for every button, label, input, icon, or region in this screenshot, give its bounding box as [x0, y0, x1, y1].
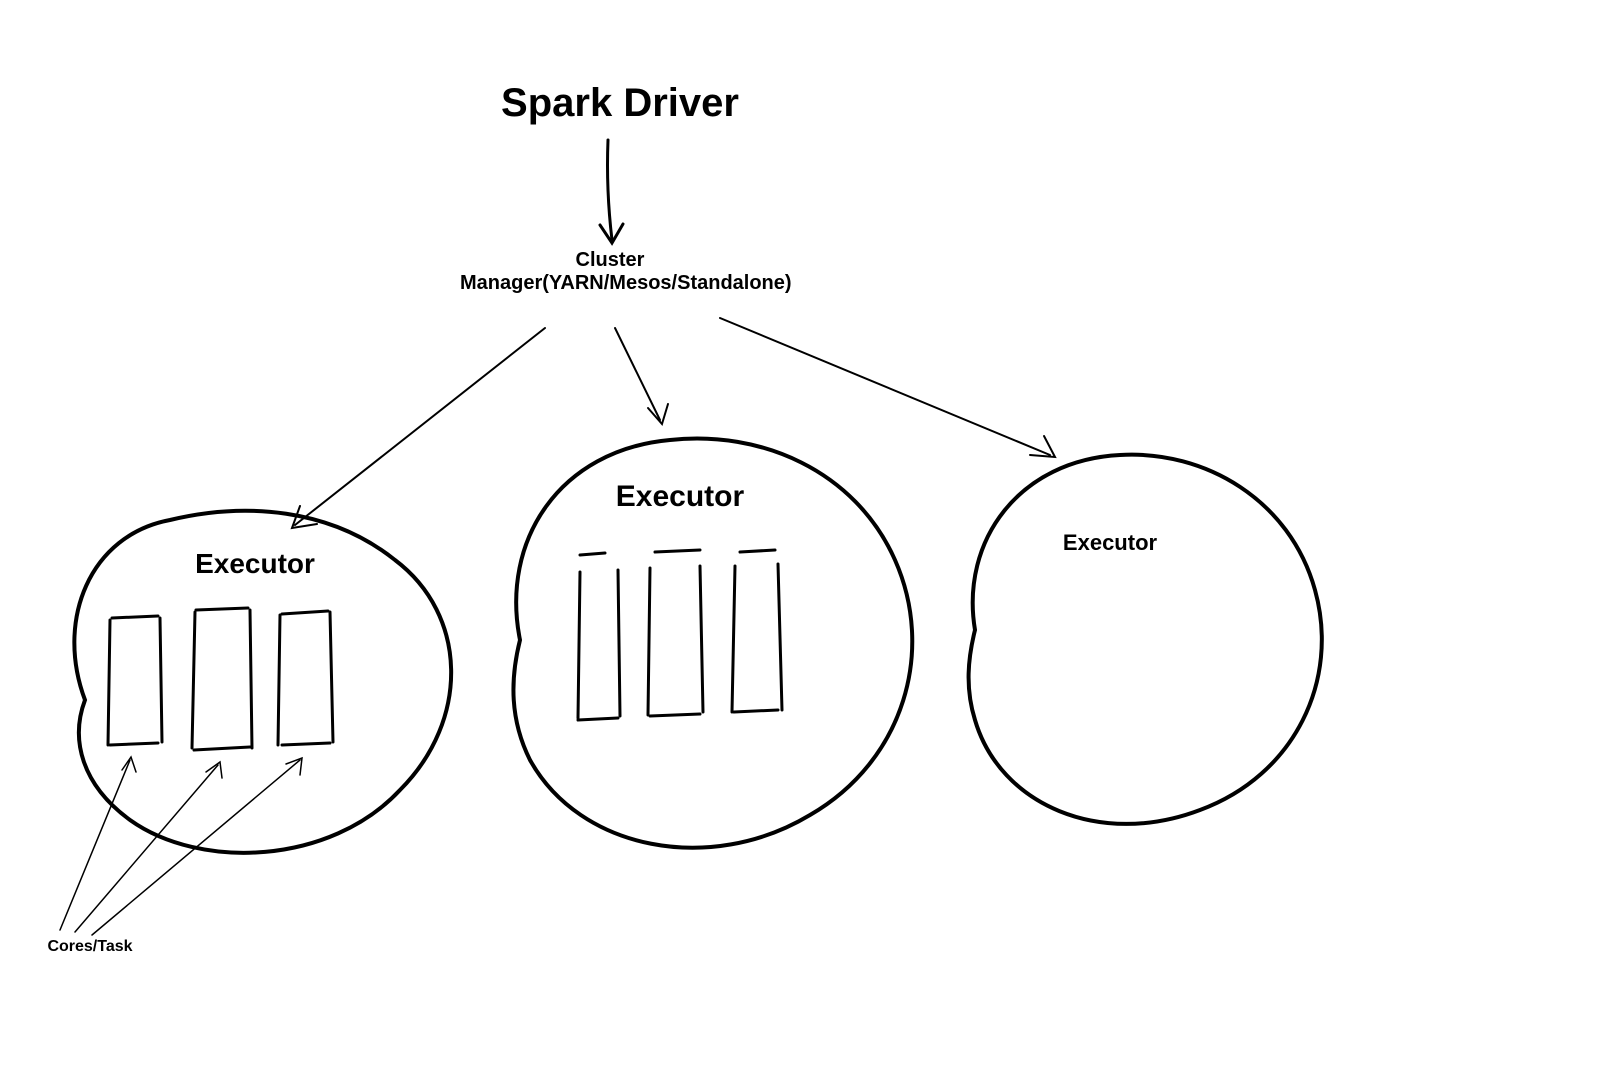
- executor-left-tasks: [108, 608, 333, 750]
- arrow-driver-to-cluster: [600, 140, 623, 243]
- executor-middle-blob: [513, 439, 912, 848]
- arrow-cluster-to-executor-middle: [615, 328, 668, 424]
- executor-left-blob: [74, 511, 451, 853]
- diagram-canvas: Spark Driver Cluster Manager(YARN/Mesos/…: [0, 0, 1600, 1079]
- arrow-cluster-to-executor-left: [292, 328, 545, 528]
- arrow-cluster-to-executor-right: [720, 318, 1055, 457]
- executor-middle-tasks: [578, 550, 782, 720]
- executor-right-blob: [969, 455, 1322, 824]
- diagram-svg: [0, 0, 1600, 1079]
